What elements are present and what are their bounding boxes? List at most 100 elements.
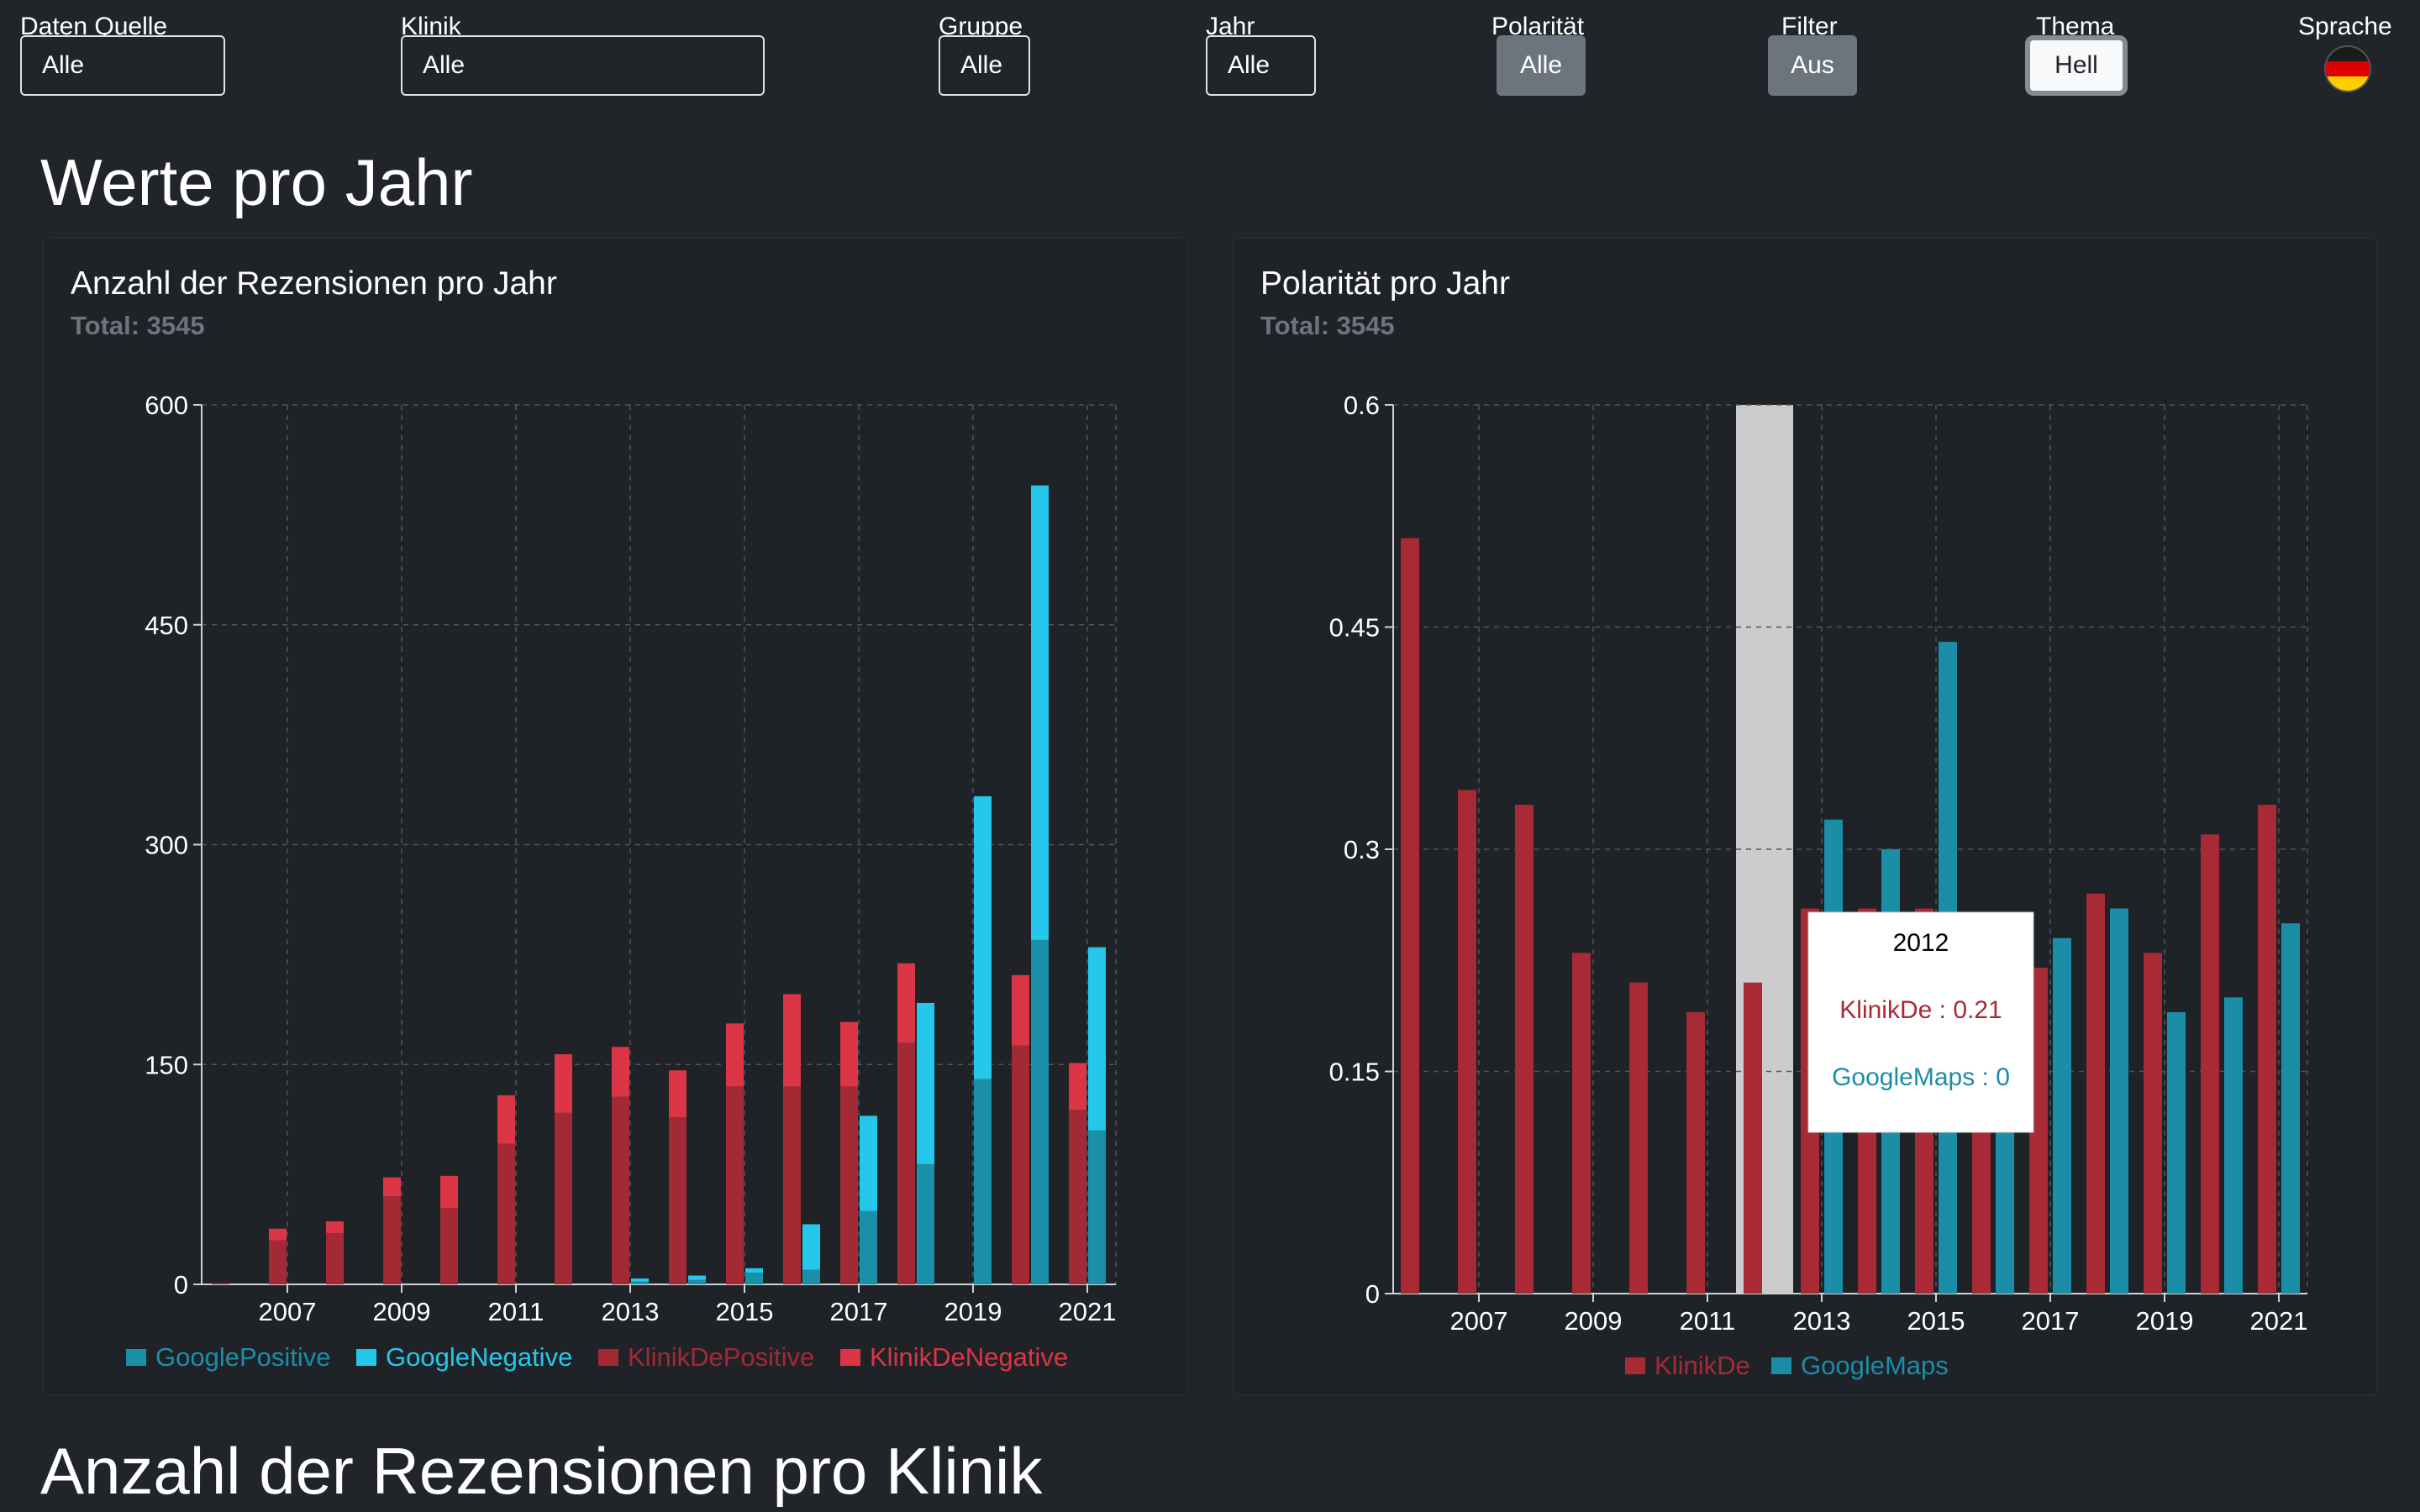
bar-klinikde-2011: [1686, 1011, 1705, 1294]
filter-bar: Daten Quelle Alle Klinik Alle Gruppe All…: [0, 0, 2420, 126]
bar-klinikde-2019: [2144, 953, 2162, 1294]
legend-label: GoogleNegative: [386, 1342, 572, 1372]
group-select[interactable]: Alle: [939, 35, 1030, 96]
x-tick-label: 2013: [602, 1297, 660, 1326]
x-tick-label: 2017: [2022, 1306, 2080, 1336]
bar-googlemaps-2019: [2167, 1011, 2186, 1294]
legend-label: GoogleMaps: [1801, 1351, 1949, 1380]
x-tick-label: 2009: [373, 1297, 431, 1326]
section-heading-per-clinic: Anzahl der Rezensionen pro Klinik: [40, 1434, 1043, 1508]
y-tick-label: 0.6: [1344, 391, 1380, 420]
bar-googlepositive-2020: [1031, 939, 1049, 1284]
bar-klinikde-2018: [2086, 893, 2105, 1294]
bar-klinikde-2007: [1458, 790, 1476, 1294]
bar-klinikdepositive-2009: [383, 1196, 401, 1284]
bar-klinikdenegative-2016: [783, 994, 801, 1087]
tooltip-line: KlinikDe : 0.21: [1839, 996, 2002, 1024]
y-tick-label: 150: [145, 1050, 188, 1079]
bar-klinikdepositive-2006: [212, 1283, 229, 1284]
source-select[interactable]: Alle: [20, 35, 225, 96]
legend-label: KlinikDeNegative: [870, 1342, 1068, 1372]
y-tick-label: 450: [145, 611, 188, 640]
x-tick-label: 2009: [1565, 1306, 1623, 1336]
y-tick-label: 0.3: [1344, 835, 1380, 864]
y-tick-label: 0.45: [1329, 613, 1380, 643]
tooltip-title: 2012: [1893, 929, 1949, 957]
bar-googlenegative-2016: [802, 1224, 820, 1270]
bar-googlenegative-2017: [860, 1116, 877, 1211]
bar-klinikdenegative-2021: [1069, 1063, 1086, 1110]
theme-button[interactable]: Hell: [2025, 35, 2128, 96]
bar-googlepositive-2018: [917, 1163, 934, 1284]
language-filter: Sprache: [2298, 12, 2392, 42]
legend-label: KlinikDe: [1655, 1351, 1750, 1380]
legend-swatch: [598, 1349, 618, 1366]
bar-klinikde-2020: [2201, 834, 2219, 1294]
bar-googlepositive-2017: [860, 1210, 877, 1284]
legend-swatch: [356, 1349, 376, 1366]
bar-klinikdepositive-2020: [1012, 1045, 1029, 1284]
polarity-per-year-card: Polarität pro Jahr Total: 3545 0 0.15 0.3 0…: [1232, 237, 2378, 1396]
reviews-per-year-chart[interactable]: 0 150 300 450 600 2007 2009 2011 2013 2015 2017 201…: [44, 239, 1190, 1398]
bar-googlepositive-2016: [802, 1269, 820, 1284]
bar-klinikde-2008: [1515, 805, 1534, 1294]
x-tick-label: 2015: [716, 1297, 774, 1326]
bar-klinikdenegative-2014: [669, 1070, 687, 1118]
y-tick-label: 0: [1365, 1279, 1380, 1309]
bar-googlepositive-2021: [1088, 1130, 1106, 1284]
legend-label: KlinikDePositive: [628, 1342, 814, 1372]
bar-klinikdepositive-2011: [497, 1143, 515, 1284]
bar-klinikde-2009: [1572, 953, 1591, 1294]
bar-klinikdenegative-2013: [612, 1047, 629, 1097]
bar-googlemaps-2020: [2224, 997, 2243, 1294]
bar-klinikdenegative-2017: [840, 1021, 858, 1087]
bar-googlenegative-2013: [631, 1278, 649, 1282]
bar-klinikdepositive-2016: [783, 1086, 801, 1284]
legend-swatch: [840, 1349, 860, 1366]
bar-googlepositive-2019: [974, 1079, 992, 1284]
bar-klinikde-2021: [2258, 805, 2276, 1294]
year-select[interactable]: Alle: [1206, 35, 1316, 96]
bar-klinikdenegative-2007: [269, 1228, 287, 1241]
bar-klinikdenegative-2018: [897, 963, 915, 1043]
bar-googlenegative-2019: [974, 795, 992, 1079]
x-tick-label: 2019: [944, 1297, 1002, 1326]
bar-klinikdepositive-2018: [897, 1042, 915, 1284]
x-tick-label: 2011: [488, 1297, 544, 1326]
hover-tooltip: 2012 KlinikDe : 0.21 GoogleMaps : 0: [1807, 911, 2034, 1133]
x-tick-label: 2015: [1907, 1306, 1965, 1336]
bar-googlenegative-2014: [688, 1275, 706, 1280]
bar-klinikdepositive-2013: [612, 1096, 629, 1284]
bar-klinikdepositive-2021: [1069, 1110, 1086, 1284]
bar-googlenegative-2015: [745, 1268, 763, 1273]
legend-label: GooglePositive: [155, 1342, 331, 1372]
bar-googlepositive-2014: [688, 1279, 706, 1284]
bar-googlepositive-2013: [631, 1281, 649, 1284]
x-tick-label: 2007: [259, 1297, 317, 1326]
bar-klinikdepositive-2014: [669, 1117, 687, 1284]
bar-googlenegative-2020: [1031, 485, 1049, 940]
clinic-select[interactable]: Alle: [401, 35, 765, 96]
section-heading-per-year: Werte pro Jahr: [40, 145, 473, 219]
y-tick-label: 300: [145, 831, 188, 860]
bar-googlenegative-2021: [1088, 947, 1106, 1131]
bar-klinikde-2010: [1629, 982, 1648, 1294]
y-tick-label: 0: [174, 1270, 188, 1299]
polarity-per-year-chart[interactable]: 0 0.15 0.3 0.45 0.6 2007 2009 2011 2013 2015 2017 2…: [1234, 239, 2380, 1398]
german-flag-icon[interactable]: [2326, 47, 2370, 91]
bar-googlemaps-2017: [2053, 937, 2071, 1294]
bar-klinikdepositive-2007: [269, 1240, 287, 1284]
filter-toggle-button[interactable]: Aus: [1768, 35, 1857, 96]
bar-klinikdepositive-2015: [726, 1086, 744, 1284]
x-tick-label: 2021: [1059, 1297, 1117, 1326]
bar-klinikdenegative-2008: [326, 1221, 344, 1233]
x-tick-label: 2013: [1793, 1306, 1851, 1336]
bar-klinikdepositive-2012: [555, 1112, 572, 1284]
bar-googlenegative-2018: [917, 1002, 934, 1164]
polarity-button[interactable]: Alle: [1497, 35, 1586, 96]
legend-swatch: [1625, 1357, 1645, 1374]
bar-klinikdenegative-2015: [726, 1023, 744, 1087]
x-tick-label: 2021: [2250, 1306, 2308, 1336]
x-tick-label: 2007: [1450, 1306, 1508, 1336]
language-filter-label: Sprache: [2298, 13, 2392, 40]
